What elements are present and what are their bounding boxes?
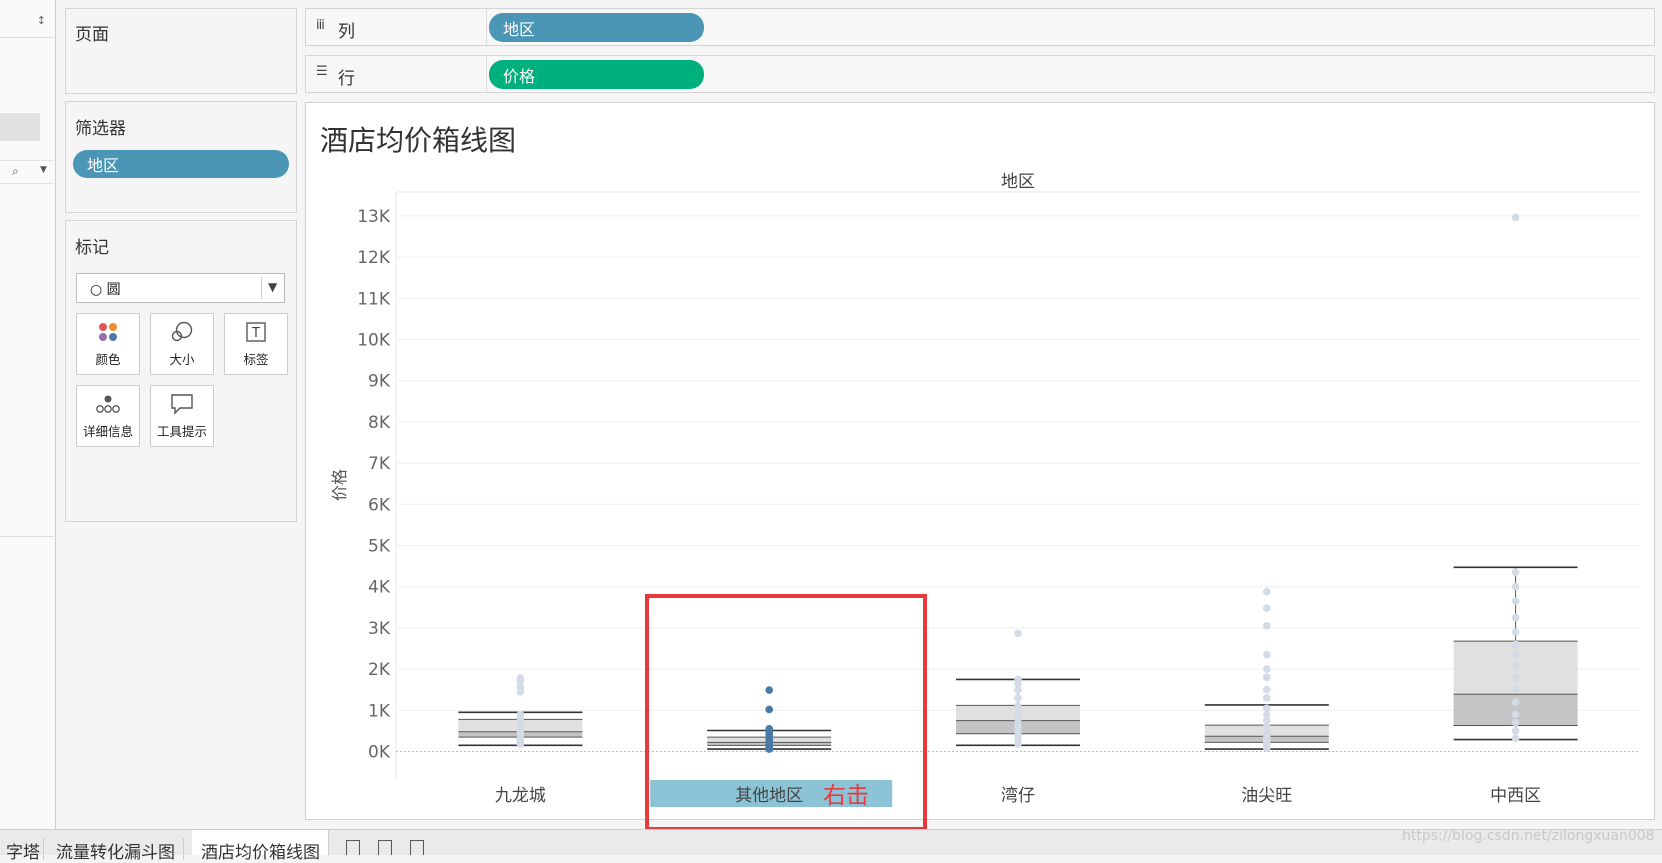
column-header-label: 地区 xyxy=(1001,172,1035,192)
x-category-label: 中西区 xyxy=(1490,786,1541,806)
x-category-label: 九龙城 xyxy=(495,786,546,806)
data-point xyxy=(1014,629,1022,638)
y-tick-label: 13K xyxy=(357,207,391,227)
box-group xyxy=(1204,587,1329,753)
data-point xyxy=(1511,685,1520,694)
data-point xyxy=(1511,734,1520,743)
data-point xyxy=(1263,685,1271,694)
data-point xyxy=(1263,604,1271,612)
data-point xyxy=(1511,727,1520,735)
sheet-tab-boxplot[interactable]: 酒店均价箱线图 xyxy=(192,830,329,863)
y-tick-label: 11K xyxy=(357,289,391,309)
watermark-text: https://blog.csdn.net/zilongxuan008 xyxy=(1402,828,1655,844)
data-point xyxy=(1014,702,1022,710)
new-dashboard-icon[interactable] xyxy=(378,840,392,855)
data-point xyxy=(1511,597,1520,605)
data-point xyxy=(1511,640,1520,649)
data-point xyxy=(1511,673,1520,682)
data-point xyxy=(1263,673,1271,682)
data-point xyxy=(1511,718,1520,727)
y-tick-label: 10K xyxy=(357,331,391,351)
data-point xyxy=(1263,704,1271,713)
y-tick-label: 2K xyxy=(368,660,391,680)
y-tick-label: 12K xyxy=(357,248,391,268)
y-tick-label: 1K xyxy=(368,701,391,721)
box-group xyxy=(1453,213,1578,743)
data-point xyxy=(1263,587,1271,596)
y-tick-label: 3K xyxy=(368,619,391,639)
y-tick-label: 5K xyxy=(368,537,391,557)
data-point xyxy=(1511,568,1520,577)
y-axis-title: 价格 xyxy=(330,469,349,501)
y-tick-label: 0K xyxy=(368,743,391,763)
data-point xyxy=(1511,582,1520,591)
x-category-label: 湾仔 xyxy=(1001,786,1035,806)
annotation-highlight-box xyxy=(645,594,927,831)
data-point xyxy=(1014,694,1022,702)
data-point xyxy=(516,710,525,719)
sheet-tab-funnel[interactable]: 流量转化漏斗图 xyxy=(46,838,184,863)
data-point xyxy=(516,674,525,682)
data-point xyxy=(1511,213,1520,222)
data-point xyxy=(1511,710,1520,719)
y-tick-label: 6K xyxy=(368,495,391,515)
data-point xyxy=(1511,628,1520,636)
data-point xyxy=(1511,650,1520,659)
box-group xyxy=(956,629,1080,748)
y-tick-label: 7K xyxy=(368,454,391,474)
data-point xyxy=(1263,694,1271,702)
box-group xyxy=(458,674,583,748)
new-worksheet-icon[interactable] xyxy=(346,840,360,855)
data-point xyxy=(1263,650,1271,659)
data-point xyxy=(1511,661,1520,669)
new-story-icon[interactable] xyxy=(410,840,424,855)
y-tick-label: 4K xyxy=(368,578,391,598)
y-tick-label: 8K xyxy=(368,413,391,433)
data-point xyxy=(1511,698,1520,706)
data-point xyxy=(1511,613,1520,622)
sheet-tab-pyramid[interactable]: 字塔 xyxy=(0,838,44,863)
y-tick-label: 9K xyxy=(368,372,391,392)
annotation-text: 右击 xyxy=(823,783,869,809)
data-point xyxy=(1014,675,1022,684)
data-point xyxy=(1263,622,1271,630)
data-point xyxy=(1263,665,1271,673)
x-category-label: 油尖旺 xyxy=(1241,786,1292,806)
